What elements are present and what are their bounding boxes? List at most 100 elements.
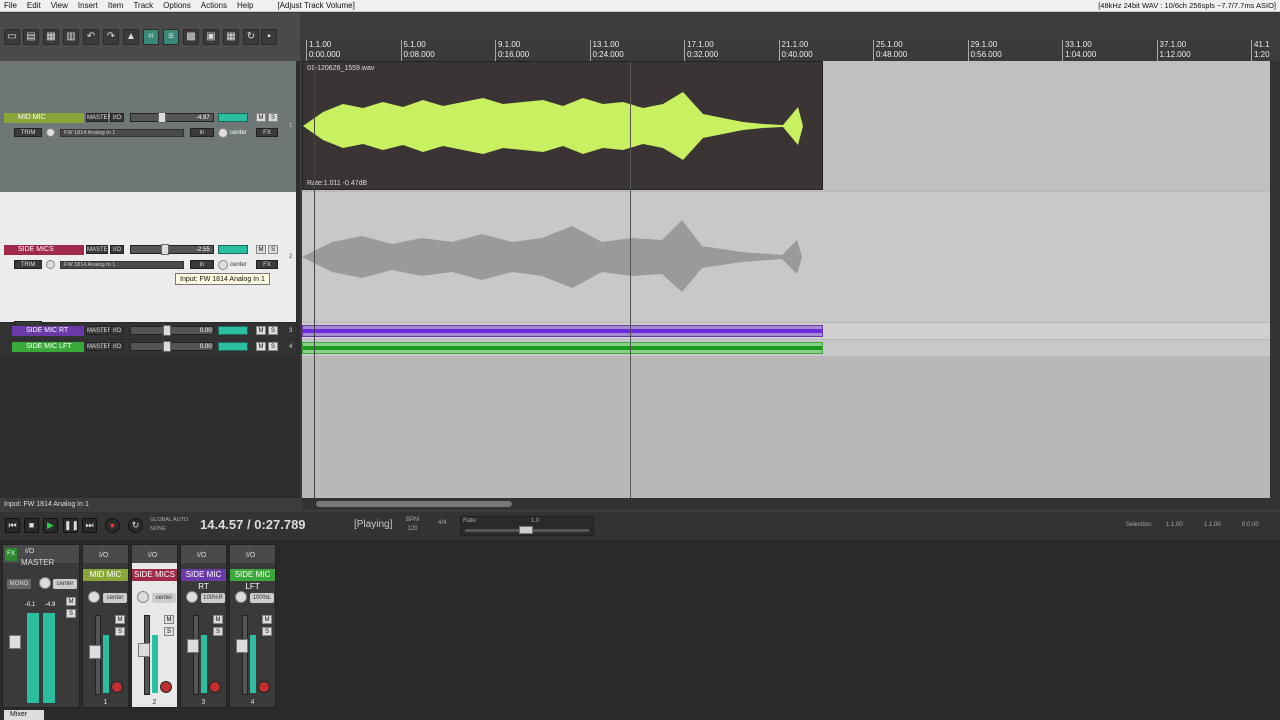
route-button[interactable]: MASTER <box>86 326 112 335</box>
strip-record-arm[interactable] <box>160 681 172 693</box>
strip-fader-knob[interactable] <box>138 643 150 657</box>
strip-mute-button[interactable]: M <box>262 615 272 624</box>
repeat-icon[interactable]: ↻ <box>128 518 143 533</box>
strip-pan-knob[interactable] <box>186 591 198 603</box>
strip-solo-button[interactable]: S <box>164 627 174 636</box>
media-item-mid-mic[interactable]: 01-120626_1559.wav Rate:1.011 -0.47dB <box>302 61 824 190</box>
audio-status[interactable]: [48kHz 24bit WAV : 10/6ch 256spls ~7.7/7… <box>1098 1 1276 10</box>
strip-name-side-mic-rt[interactable]: SIDE MIC RT <box>181 569 226 591</box>
track-panel-side-mic-lft[interactable]: SIDE MIC LFT MASTER I/O 0.00 M S 4 <box>0 340 296 355</box>
pan-knob[interactable] <box>218 260 228 270</box>
bpm-box[interactable]: BPM 120 <box>406 516 419 534</box>
mute-button[interactable]: M <box>256 113 266 122</box>
master-fader-knob[interactable] <box>9 635 21 649</box>
strip-solo-button[interactable]: S <box>262 627 272 636</box>
io-button[interactable]: I/O <box>110 113 124 122</box>
menu-actions[interactable]: Actions <box>197 1 233 10</box>
strip-name-side-mics[interactable]: SIDE MICS <box>132 569 177 581</box>
snap-icon[interactable]: ⌗ <box>143 29 159 45</box>
strip-mute-button[interactable]: M <box>115 615 125 624</box>
strip-record-arm[interactable] <box>258 681 270 693</box>
track-panel-side-mics[interactable]: SIDE MICS MASTER I/O -2.55 M S TRIM FW 1… <box>0 192 296 330</box>
io-button[interactable]: I/O <box>110 326 124 335</box>
lane-side-mics[interactable] <box>302 192 1270 322</box>
timeline-ruler[interactable]: 1.1.00 0:00.000 5.1.00 0:08.000 9.1.00 0:16.0… <box>302 40 1270 62</box>
grid-lines-icon[interactable]: ▩ <box>183 29 199 45</box>
strip-record-arm[interactable] <box>209 681 221 693</box>
trim-button-2[interactable]: TRIM <box>14 260 42 269</box>
save-project-icon[interactable]: ▦ <box>43 29 59 45</box>
track-name-side-mics[interactable]: SIDE MICS <box>4 245 84 255</box>
master-mute-button[interactable]: M <box>66 597 76 606</box>
pan-knob[interactable] <box>218 128 228 138</box>
mixer-tab[interactable]: Mixer <box>4 710 44 720</box>
menu-file[interactable]: File <box>0 1 23 10</box>
record-icon[interactable]: ● <box>105 518 120 533</box>
lane-side-mic-lft[interactable] <box>302 340 1270 356</box>
input-monitor-icon[interactable] <box>46 260 55 269</box>
strip-solo-button[interactable]: S <box>115 627 125 636</box>
track-name-side-mic-rt[interactable]: SIDE MIC RT <box>12 326 84 336</box>
menu-track[interactable]: Track <box>129 1 159 10</box>
strip-io-button[interactable]: I/O <box>99 552 108 559</box>
strip-name-side-mic-lft[interactable]: SIDE MIC LFT <box>230 569 275 591</box>
go-to-end-icon[interactable]: ⏭ <box>82 518 97 533</box>
menu-insert[interactable]: Insert <box>74 1 104 10</box>
master-solo-button[interactable]: S <box>66 609 76 618</box>
route-button[interactable]: MASTER <box>86 245 112 254</box>
master-io-button[interactable]: I/O <box>25 548 34 555</box>
horizontal-scrollbar[interactable] <box>302 498 1280 510</box>
strip-fader-knob[interactable] <box>187 639 199 653</box>
metronome-icon[interactable]: ▲ <box>123 29 139 45</box>
mono-button[interactable]: MONO <box>7 579 31 589</box>
solo-button[interactable]: S <box>268 342 278 351</box>
go-to-start-icon[interactable]: ⏮ <box>5 518 20 533</box>
menu-edit[interactable]: Edit <box>23 1 47 10</box>
input-select[interactable]: FW 1814 Analog In 1 <box>60 129 184 137</box>
menu-options[interactable]: Options <box>159 1 197 10</box>
item-grouping-icon[interactable]: ▣ <box>203 29 219 45</box>
strip-record-arm[interactable] <box>111 681 123 693</box>
selection-length[interactable]: 0.0.00 <box>1242 522 1259 528</box>
strip-fader-knob[interactable] <box>89 645 101 659</box>
strip-io-button[interactable]: I/O <box>148 552 157 559</box>
strip-name-mid-mic[interactable]: MID MIC <box>83 569 128 581</box>
track-panel-mid-mic[interactable]: MID MIC MASTER I/O -4.97 M S TRIM FW 181… <box>0 61 296 192</box>
track-name-mid-mic[interactable]: MID MIC <box>4 113 84 123</box>
solo-button[interactable]: S <box>268 113 278 122</box>
project-settings-icon[interactable]: ▥ <box>63 29 79 45</box>
fx-button[interactable]: FX <box>256 260 278 269</box>
input-monitor-icon[interactable] <box>46 128 55 137</box>
rate-slider-knob[interactable] <box>519 526 533 534</box>
stop-icon[interactable]: ■ <box>24 518 39 533</box>
transport-position[interactable]: 14.4.57 / 0:27.789 <box>200 517 306 532</box>
menu-help[interactable]: Help <box>233 1 259 10</box>
lane-side-mic-rt[interactable] <box>302 323 1270 339</box>
route-button[interactable]: MASTER <box>86 342 112 351</box>
solo-button[interactable]: S <box>268 326 278 335</box>
menu-item[interactable]: Item <box>104 1 130 10</box>
strip-mute-button[interactable]: M <box>213 615 223 624</box>
strip-io-button[interactable]: I/O <box>197 552 206 559</box>
menu-view[interactable]: View <box>47 1 74 10</box>
global-auto[interactable]: GLOBAL AUTO NONE <box>150 516 190 534</box>
strip-fader[interactable] <box>193 615 199 695</box>
mute-button[interactable]: M <box>256 326 266 335</box>
strip-solo-button[interactable]: S <box>213 627 223 636</box>
strip-mute-button[interactable]: M <box>164 615 174 624</box>
crossfade-icon[interactable]: ▦ <box>223 29 239 45</box>
lane-mid-mic[interactable]: 01-120626_1559.wav Rate:1.011 -0.47dB <box>302 61 1270 191</box>
trim-button[interactable]: TRIM <box>14 128 42 137</box>
strip-fader-knob[interactable] <box>236 639 248 653</box>
fx-button[interactable]: FX <box>256 128 278 137</box>
pause-icon[interactable]: ❚❚ <box>63 518 79 533</box>
arrange-view[interactable]: 1.1.00 0:00.000 5.1.00 0:08.000 9.1.00 0:16.0… <box>302 40 1270 498</box>
open-project-icon[interactable]: ▤ <box>23 29 39 45</box>
io-button[interactable]: I/O <box>110 245 124 254</box>
strip-fader[interactable] <box>242 615 248 695</box>
new-project-icon[interactable]: ▭ <box>4 29 20 45</box>
track-name-side-mic-lft[interactable]: SIDE MIC LFT <box>12 342 84 352</box>
vertical-scrollbar[interactable] <box>1270 61 1280 498</box>
playrate-box[interactable]: Rate: 1.0 <box>460 516 594 536</box>
strip-pan-knob[interactable] <box>88 591 100 603</box>
